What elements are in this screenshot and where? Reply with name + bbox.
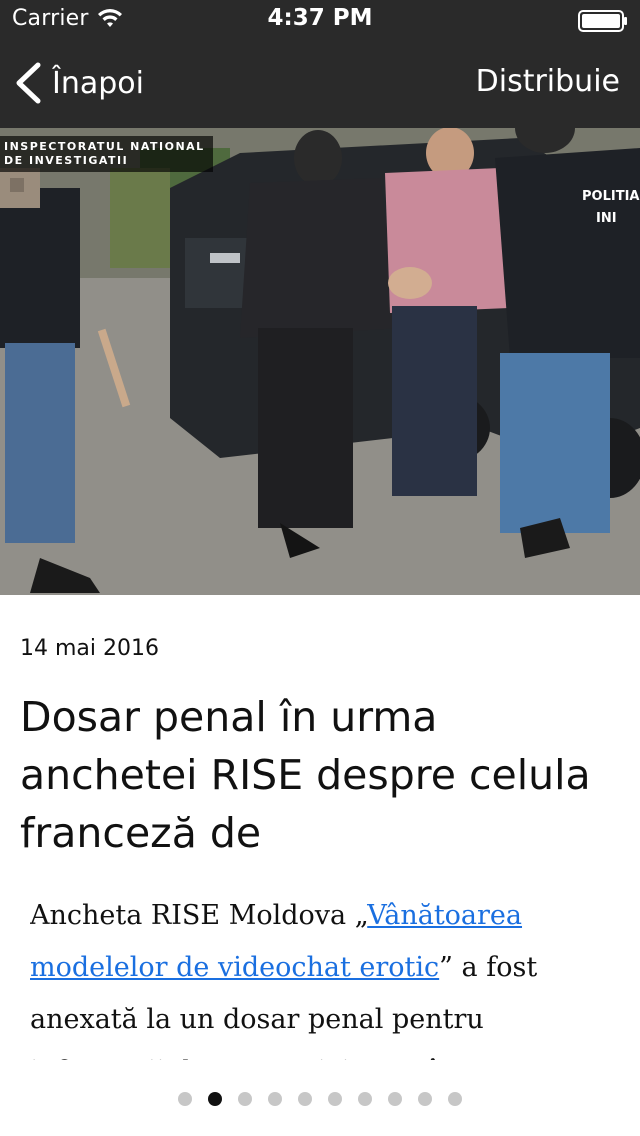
- article-body: Ancheta RISE Moldova „Vânătoarea modelel…: [30, 890, 610, 1060]
- page-dot[interactable]: [178, 1092, 192, 1106]
- article-title: Dosar penal în urma anchetei RISE despre…: [20, 693, 591, 857]
- article-screen: Carrier 4:37 PM Înapoi Distribuie POLITI…: [0, 0, 640, 1136]
- body-text-prefix: Ancheta RISE Moldova „: [30, 900, 368, 931]
- status-bar: Carrier 4:37 PM: [0, 0, 640, 40]
- chevron-left-icon: [16, 62, 41, 104]
- page-dot[interactable]: [388, 1092, 402, 1106]
- page-dot[interactable]: [448, 1092, 462, 1106]
- article-date: 14 mai 2016: [20, 636, 159, 661]
- vest-text-2: INI: [596, 211, 617, 226]
- page-dot-active[interactable]: [208, 1092, 222, 1106]
- back-label: Înapoi: [52, 65, 144, 101]
- hero-photo-illustration: POLITIA INI: [0, 128, 640, 595]
- navigation-bar: Înapoi Distribuie: [0, 40, 640, 128]
- page-dot[interactable]: [268, 1092, 282, 1106]
- page-dot[interactable]: [298, 1092, 312, 1106]
- watermark-line-1: INSPECTORATUL NATIONAL: [4, 140, 205, 153]
- watermark-line-2: DE INVESTIGATII: [4, 154, 129, 167]
- page-indicator[interactable]: [0, 1090, 640, 1108]
- page-dot[interactable]: [328, 1092, 342, 1106]
- back-button[interactable]: Înapoi: [14, 60, 144, 106]
- hero-photo[interactable]: POLITIA INI INSPECTORATUL NATIONAL DE IN…: [0, 128, 640, 595]
- photo-watermark: INSPECTORATUL NATIONAL DE INVESTIGATII: [0, 136, 213, 172]
- battery-icon: [578, 10, 627, 32]
- vest-text-1: POLITIA: [582, 189, 639, 204]
- status-time: 4:37 PM: [267, 5, 373, 31]
- share-button[interactable]: Distribuie: [476, 64, 620, 99]
- page-dot[interactable]: [238, 1092, 252, 1106]
- page-dot[interactable]: [418, 1092, 432, 1106]
- page-dot[interactable]: [358, 1092, 372, 1106]
